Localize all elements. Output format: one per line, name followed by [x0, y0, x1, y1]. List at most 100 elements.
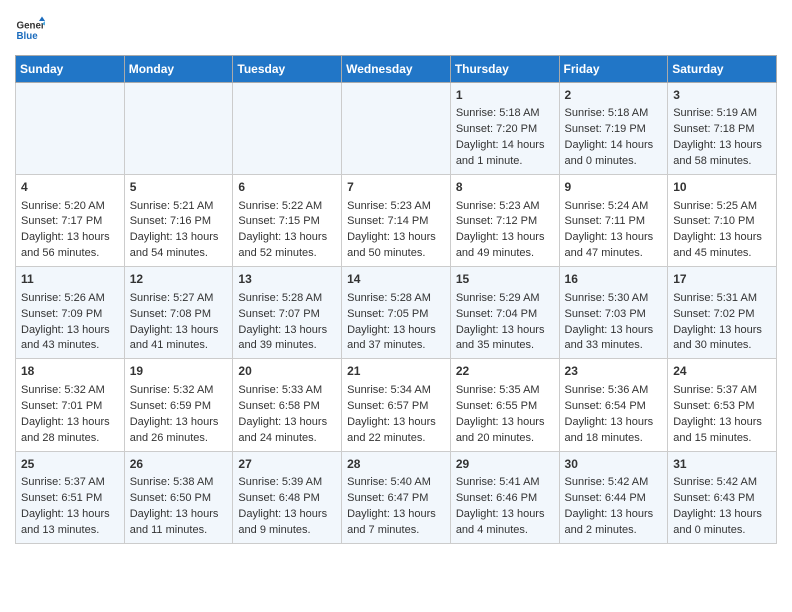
- calendar-cell: 19Sunrise: 5:32 AMSunset: 6:59 PMDayligh…: [124, 359, 233, 451]
- calendar-cell: 12Sunrise: 5:27 AMSunset: 7:08 PMDayligh…: [124, 267, 233, 359]
- day-info: Sunrise: 5:25 AM: [673, 199, 771, 215]
- day-info: Sunset: 6:44 PM: [565, 491, 663, 507]
- day-info: and 28 minutes.: [21, 431, 119, 447]
- day-info: Daylight: 14 hours: [565, 138, 663, 154]
- day-info: and 33 minutes.: [565, 338, 663, 354]
- week-row-3: 11Sunrise: 5:26 AMSunset: 7:09 PMDayligh…: [16, 267, 777, 359]
- calendar-cell: 17Sunrise: 5:31 AMSunset: 7:02 PMDayligh…: [668, 267, 777, 359]
- day-info: Daylight: 13 hours: [130, 230, 228, 246]
- day-info: Sunset: 7:19 PM: [565, 122, 663, 138]
- day-info: Sunrise: 5:39 AM: [238, 475, 336, 491]
- week-row-2: 4Sunrise: 5:20 AMSunset: 7:17 PMDaylight…: [16, 175, 777, 267]
- day-info: Sunset: 7:12 PM: [456, 214, 554, 230]
- day-info: Daylight: 13 hours: [565, 323, 663, 339]
- day-info: and 7 minutes.: [347, 523, 445, 539]
- calendar-cell: 1Sunrise: 5:18 AMSunset: 7:20 PMDaylight…: [450, 83, 559, 175]
- day-info: Sunset: 7:02 PM: [673, 307, 771, 323]
- day-info: Sunset: 7:04 PM: [456, 307, 554, 323]
- day-info: Sunset: 6:54 PM: [565, 399, 663, 415]
- svg-text:Blue: Blue: [17, 31, 39, 42]
- day-info: Daylight: 13 hours: [238, 323, 336, 339]
- day-info: Sunrise: 5:41 AM: [456, 475, 554, 491]
- calendar-table: SundayMondayTuesdayWednesdayThursdayFrid…: [15, 55, 777, 544]
- calendar-cell: 10Sunrise: 5:25 AMSunset: 7:10 PMDayligh…: [668, 175, 777, 267]
- day-info: Daylight: 13 hours: [673, 230, 771, 246]
- day-info: Daylight: 14 hours: [456, 138, 554, 154]
- day-info: Daylight: 13 hours: [673, 138, 771, 154]
- day-number: 26: [130, 456, 228, 473]
- day-info: Sunrise: 5:42 AM: [565, 475, 663, 491]
- day-info: Sunset: 6:59 PM: [130, 399, 228, 415]
- day-number: 24: [673, 363, 771, 380]
- calendar-cell: 22Sunrise: 5:35 AMSunset: 6:55 PMDayligh…: [450, 359, 559, 451]
- day-info: Daylight: 13 hours: [456, 507, 554, 523]
- logo: General Blue: [15, 15, 29, 45]
- weekday-header-thursday: Thursday: [450, 56, 559, 83]
- day-number: 2: [565, 87, 663, 104]
- day-info: and 56 minutes.: [21, 246, 119, 262]
- svg-text:General: General: [17, 21, 46, 32]
- day-info: Sunrise: 5:18 AM: [456, 106, 554, 122]
- calendar-cell: 25Sunrise: 5:37 AMSunset: 6:51 PMDayligh…: [16, 451, 125, 543]
- day-number: 31: [673, 456, 771, 473]
- day-info: Sunrise: 5:42 AM: [673, 475, 771, 491]
- day-info: Daylight: 13 hours: [238, 230, 336, 246]
- day-info: and 47 minutes.: [565, 246, 663, 262]
- day-info: Sunrise: 5:35 AM: [456, 383, 554, 399]
- day-info: and 26 minutes.: [130, 431, 228, 447]
- calendar-cell: 13Sunrise: 5:28 AMSunset: 7:07 PMDayligh…: [233, 267, 342, 359]
- day-info: Daylight: 13 hours: [130, 323, 228, 339]
- calendar-cell: 26 Sunrise: 5:38 AMSunset: 6:50 PMDayligh…: [124, 451, 233, 543]
- day-info: Sunrise: 5:38 AM: [130, 475, 228, 491]
- weekday-header-friday: Friday: [559, 56, 668, 83]
- day-info: Sunrise: 5:37 AM: [21, 475, 119, 491]
- day-info: Daylight: 13 hours: [130, 507, 228, 523]
- day-info: Sunset: 7:09 PM: [21, 307, 119, 323]
- day-number: 10: [673, 179, 771, 196]
- day-info: Sunrise: 5:28 AM: [238, 291, 336, 307]
- calendar-body: 1Sunrise: 5:18 AMSunset: 7:20 PMDaylight…: [16, 83, 777, 544]
- day-info: Sunrise: 5:23 AM: [456, 199, 554, 215]
- logo-icon: General Blue: [15, 15, 45, 45]
- calendar-cell: 14Sunrise: 5:28 AMSunset: 7:05 PMDayligh…: [342, 267, 451, 359]
- day-info: Sunrise: 5:18 AM: [565, 106, 663, 122]
- day-number: 30: [565, 456, 663, 473]
- day-info: Daylight: 13 hours: [347, 323, 445, 339]
- day-info: Sunrise: 5:36 AM: [565, 383, 663, 399]
- day-info: Daylight: 13 hours: [21, 323, 119, 339]
- day-info: Sunset: 6:50 PM: [130, 491, 228, 507]
- day-number: 22: [456, 363, 554, 380]
- week-row-4: 18Sunrise: 5:32 AMSunset: 7:01 PMDayligh…: [16, 359, 777, 451]
- calendar-cell: 11Sunrise: 5:26 AMSunset: 7:09 PMDayligh…: [16, 267, 125, 359]
- day-info: Sunset: 6:43 PM: [673, 491, 771, 507]
- weekday-header-monday: Monday: [124, 56, 233, 83]
- calendar-cell: 8Sunrise: 5:23 AMSunset: 7:12 PMDaylight…: [450, 175, 559, 267]
- day-info: and 13 minutes.: [21, 523, 119, 539]
- day-info: Daylight: 13 hours: [130, 415, 228, 431]
- day-info: and 4 minutes.: [456, 523, 554, 539]
- day-info: and 58 minutes.: [673, 154, 771, 170]
- calendar-cell: 30Sunrise: 5:42 AMSunset: 6:44 PMDayligh…: [559, 451, 668, 543]
- day-info: Sunset: 7:14 PM: [347, 214, 445, 230]
- week-row-5: 25Sunrise: 5:37 AMSunset: 6:51 PMDayligh…: [16, 451, 777, 543]
- day-info: Sunrise: 5:34 AM: [347, 383, 445, 399]
- day-info: Daylight: 13 hours: [673, 415, 771, 431]
- calendar-cell: 27Sunrise: 5:39 AMSunset: 6:48 PMDayligh…: [233, 451, 342, 543]
- week-row-1: 1Sunrise: 5:18 AMSunset: 7:20 PMDaylight…: [16, 83, 777, 175]
- calendar-cell: 15Sunrise: 5:29 AMSunset: 7:04 PMDayligh…: [450, 267, 559, 359]
- day-info: Sunset: 6:55 PM: [456, 399, 554, 415]
- day-number: 25: [21, 456, 119, 473]
- day-number: 17: [673, 271, 771, 288]
- day-info: and 15 minutes.: [673, 431, 771, 447]
- day-info: Sunset: 6:58 PM: [238, 399, 336, 415]
- day-info: Sunrise: 5:22 AM: [238, 199, 336, 215]
- day-number: 11: [21, 271, 119, 288]
- calendar-cell: 5Sunrise: 5:21 AMSunset: 7:16 PMDaylight…: [124, 175, 233, 267]
- day-info: Daylight: 13 hours: [673, 323, 771, 339]
- day-info: Daylight: 13 hours: [347, 230, 445, 246]
- weekday-header-sunday: Sunday: [16, 56, 125, 83]
- day-info: and 49 minutes.: [456, 246, 554, 262]
- day-info: Daylight: 13 hours: [565, 415, 663, 431]
- day-info: Sunrise: 5:37 AM: [673, 383, 771, 399]
- weekday-header-tuesday: Tuesday: [233, 56, 342, 83]
